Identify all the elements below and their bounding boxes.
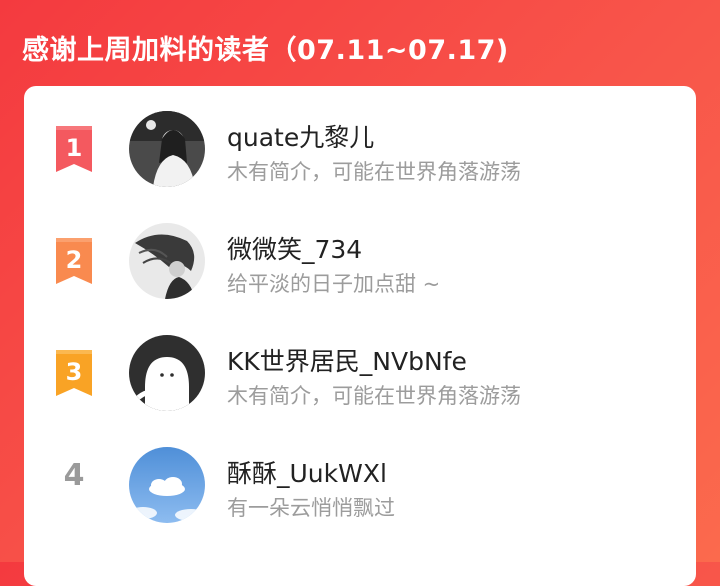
reader-ranking-card: 1 quate九黎儿 木有简介，可能在世界角落游荡 2 微微笑_734 给平淡的… (24, 86, 696, 586)
avatar-photo-hair-icon[interactable] (129, 223, 205, 299)
rank-1-label: 1 (66, 134, 83, 162)
rank-3-badge-icon: 3 (54, 350, 94, 396)
reader-row-4[interactable]: 4 酥酥_UukWXl 有一朵云悄悄飘过 (24, 440, 696, 530)
reader-row-1[interactable]: 1 quate九黎儿 木有简介，可能在世界角落游荡 (24, 104, 696, 194)
rank-3-label: 3 (66, 358, 83, 386)
page-title: 感谢上周加料的读者（07.11~07.17) (22, 35, 509, 66)
rank-2-label: 2 (66, 246, 83, 274)
rank-4-label: 4 (63, 458, 85, 493)
reader-row-3[interactable]: 3 KK世界居民_NVbNfe 木有简介，可能在世界角落游荡 (24, 328, 696, 418)
reader-name[interactable]: KK世界居民_NVbNfe (227, 342, 467, 378)
reader-bio: 有一朵云悄悄飘过 (227, 496, 395, 520)
rank-2-badge-icon: 2 (54, 238, 94, 284)
reader-row-2[interactable]: 2 微微笑_734 给平淡的日子加点甜 ~ (24, 216, 696, 306)
reader-name[interactable]: 酥酥_UukWXl (227, 454, 387, 490)
avatar-sky-cloud-icon[interactable] (129, 447, 205, 523)
reader-bio: 木有简介，可能在世界角落游荡 (227, 160, 521, 184)
reader-bio: 给平淡的日子加点甜 ~ (227, 272, 441, 296)
avatar-photo-girl-icon[interactable] (129, 111, 205, 187)
rank-1-badge-icon: 1 (54, 126, 94, 172)
avatar-default-ghost-icon[interactable] (129, 335, 205, 411)
reader-bio: 木有简介，可能在世界角落游荡 (227, 384, 521, 408)
reader-name[interactable]: quate九黎儿 (227, 118, 374, 154)
reader-name[interactable]: 微微笑_734 (227, 230, 362, 266)
